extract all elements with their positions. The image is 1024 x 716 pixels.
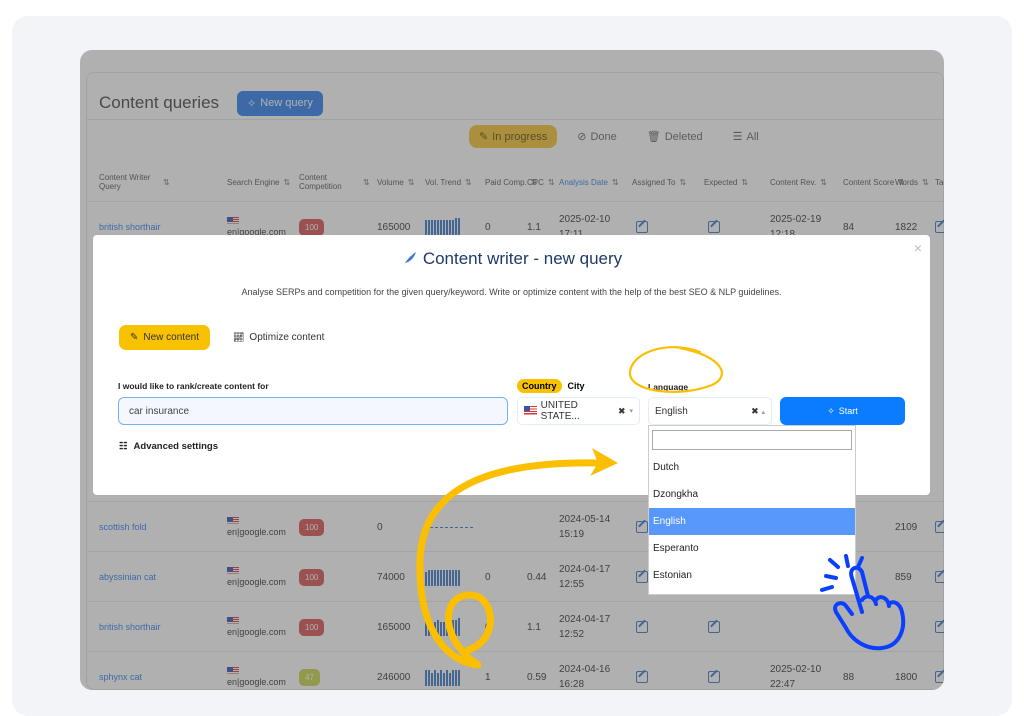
country-select[interactable]: UNITED STATE... ✖ ▾	[517, 397, 640, 425]
language-dropdown: Dutch Dzongkha English Esperanto Estonian	[648, 425, 856, 595]
location-toggle: Country City	[517, 379, 585, 393]
modal-title: Content writer - new query	[93, 249, 930, 269]
language-option[interactable]: Esperanto	[649, 535, 855, 562]
modal-subtitle: Analyse SERPs and competition for the gi…	[241, 287, 782, 297]
tab-new-content[interactable]: ✎ New content	[119, 325, 210, 350]
magic-wand-icon: ✧	[827, 405, 835, 416]
keyword-label: I would like to rank/create content for	[118, 381, 269, 391]
language-select[interactable]: English ✖ ▴	[648, 397, 772, 425]
city-toggle[interactable]: City	[568, 381, 585, 391]
country-toggle[interactable]: Country	[517, 379, 562, 393]
keyword-input[interactable]: car insurance	[118, 397, 508, 425]
language-label: Language	[648, 382, 689, 392]
feather-icon	[402, 252, 416, 266]
tab-optimize-content[interactable]: 📈︎ Optimize content	[222, 325, 335, 350]
language-option[interactable]: Estonian	[649, 562, 855, 589]
advanced-settings-toggle[interactable]: ☷ Advanced settings	[119, 441, 218, 452]
us-flag-icon	[524, 406, 537, 416]
clear-icon[interactable]: ✖	[618, 406, 626, 417]
chevron-up-icon: ▴	[761, 408, 765, 416]
sliders-icon: ☷	[119, 441, 128, 452]
start-button[interactable]: ✧ Start	[780, 397, 905, 425]
language-search-input[interactable]	[652, 430, 852, 450]
chart-icon: 📈︎	[232, 332, 245, 342]
language-option[interactable]: Dutch	[649, 454, 855, 481]
language-option[interactable]: Dzongkha	[649, 481, 855, 508]
clear-icon[interactable]: ✖	[751, 406, 759, 416]
pencil-icon: ✎	[130, 332, 139, 343]
mode-tabs: ✎ New content 📈︎ Optimize content	[119, 325, 335, 350]
language-option[interactable]: English	[649, 508, 855, 535]
language-options: Dutch Dzongkha English Esperanto Estonian	[649, 454, 855, 589]
chevron-down-icon: ▾	[629, 408, 633, 415]
